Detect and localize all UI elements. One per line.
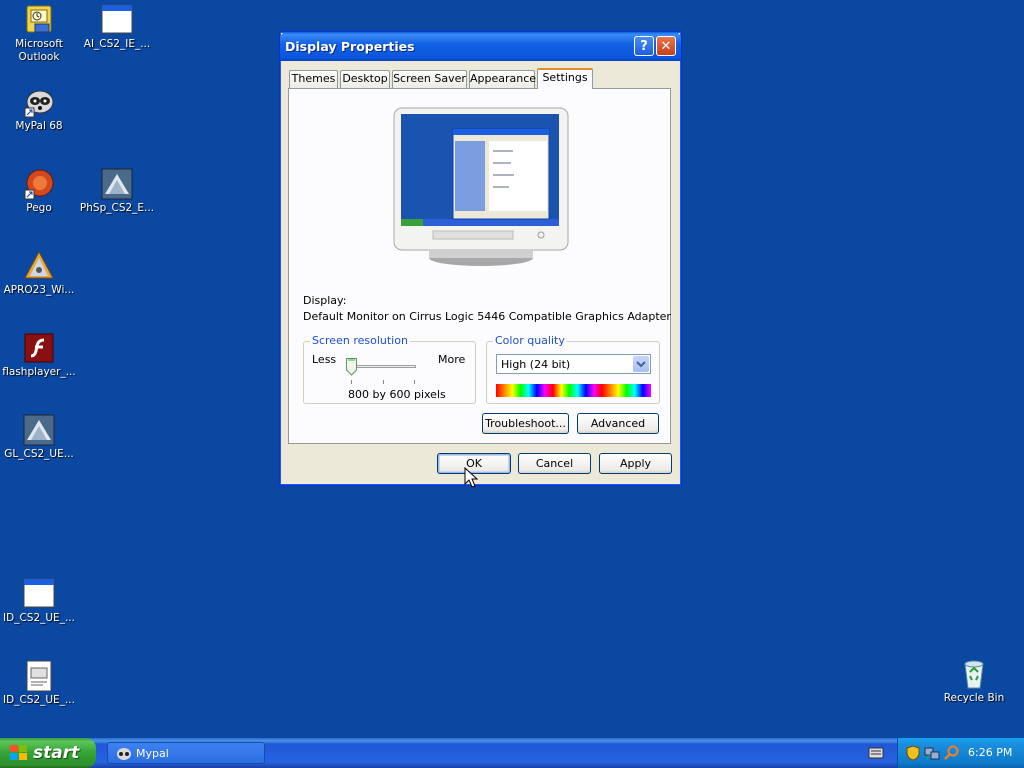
desktop-icon-label: Pego (26, 202, 52, 214)
security-shield-icon[interactable] (906, 745, 920, 764)
tab-label: Themes (291, 72, 336, 85)
chevron-down-icon[interactable] (633, 356, 649, 372)
button-label: Apply (619, 457, 652, 470)
desktop-icon-label: APRO23_Wi... (3, 284, 75, 296)
slider-tick (414, 380, 415, 384)
desktop: Microsoft Outlook AI_CS2_IE_... MyPal 68… (0, 0, 1024, 738)
desktop-icon-label: ID_CS2_UE_... (3, 694, 75, 706)
installer-icon (101, 168, 133, 200)
tab-label: Appearance (470, 72, 537, 85)
tab-appearance[interactable]: Appearance (469, 70, 537, 88)
clock: 6:26 PM (968, 746, 1013, 759)
desktop-icon-apro23[interactable]: APRO23_Wi... (0, 250, 78, 297)
recycle-bin-icon (958, 658, 990, 690)
desktop-icon-outlook[interactable]: Microsoft Outlook (0, 4, 78, 64)
display-properties-dialog: Display Properties ? ✕ Themes Desktop Sc… (279, 31, 682, 486)
desktop-icon-pego[interactable]: Pego (0, 168, 78, 215)
desktop-icon-label: GL_CS2_UE... (4, 448, 74, 460)
search-icon[interactable] (944, 745, 960, 764)
color-quality-select[interactable]: High (24 bit) (496, 354, 651, 374)
taskbar-item-mypal[interactable]: Mypal (107, 742, 265, 764)
slider-less-label: Less (312, 353, 337, 366)
desktop-icon-id-cs2-doc[interactable]: ID_CS2_UE_... (0, 660, 78, 707)
window-icon (23, 578, 55, 610)
screen-resolution-title: Screen resolution (310, 334, 410, 347)
desktop-icon-label: Recycle Bin (943, 692, 1005, 704)
display-adapter-value: Default Monitor on Cirrus Logic 5446 Com… (303, 310, 671, 323)
slider-tick (351, 380, 352, 384)
mouse-pointer-icon (464, 466, 479, 492)
window-icon (101, 4, 133, 36)
tab-label: Screen Saver (393, 72, 466, 85)
pego-icon (23, 168, 55, 200)
desktop-icon-label: ID_CS2_UE_... (3, 612, 75, 624)
document-icon (23, 660, 55, 692)
screen-resolution-group: Screen resolution Less More 800 by 600 p… (303, 334, 476, 404)
taskbar: start Mypal 6:26 PM (0, 738, 1024, 768)
keyboard-icon[interactable] (868, 746, 884, 763)
button-label: Advanced (590, 417, 646, 430)
color-spectrum-bar (496, 384, 651, 397)
question-icon: ? (640, 39, 648, 54)
close-button[interactable]: ✕ (656, 36, 676, 56)
button-label: Cancel (535, 457, 574, 470)
cancel-button[interactable]: Cancel (518, 453, 591, 474)
tab-screen-saver[interactable]: Screen Saver (392, 70, 467, 88)
desktop-icon-label: PhSp_CS2_E... (79, 202, 155, 214)
troubleshoot-button[interactable]: Troubleshoot... (482, 413, 569, 434)
start-button[interactable]: start (0, 738, 96, 768)
desktop-icon-label: MyPal 68 (15, 120, 63, 132)
desktop-icon-phsp-cs2[interactable]: PhSp_CS2_E... (78, 168, 156, 215)
tab-desktop[interactable]: Desktop (340, 70, 390, 88)
dialog-title: Display Properties (285, 39, 415, 54)
acrobat-icon (23, 250, 55, 282)
start-label: start (33, 743, 80, 763)
apply-button[interactable]: Apply (599, 453, 672, 474)
monitor-preview (393, 107, 569, 269)
desktop-icon-recycle-bin[interactable]: Recycle Bin (935, 658, 1013, 705)
desktop-icon-ai-cs2[interactable]: AI_CS2_IE_... (78, 4, 156, 51)
advanced-button[interactable]: Advanced (577, 413, 659, 434)
color-quality-value: High (24 bit) (501, 358, 571, 371)
mypal-icon (23, 86, 55, 118)
help-button[interactable]: ? (634, 36, 654, 56)
resolution-slider-track[interactable] (348, 365, 416, 368)
desktop-icon-label: AI_CS2_IE_... (83, 38, 151, 50)
installer-icon (23, 414, 55, 446)
taskbar-item-label: Mypal (136, 747, 169, 760)
tab-themes[interactable]: Themes (289, 70, 338, 88)
windows-logo-icon (10, 745, 28, 766)
outlook-icon (23, 4, 55, 36)
slider-tick (383, 380, 384, 384)
mypal-icon (116, 746, 132, 765)
desktop-icon-label: flashplayer_... (2, 366, 76, 378)
display-label: Display: (303, 294, 347, 307)
button-label: Troubleshoot... (485, 417, 566, 430)
flash-icon (23, 332, 55, 364)
close-icon: ✕ (660, 39, 672, 54)
tab-settings[interactable]: Settings (537, 68, 593, 89)
slider-more-label: More (438, 353, 466, 366)
color-quality-title: Color quality (493, 334, 567, 347)
tab-label: Settings (542, 71, 588, 84)
settings-panel: Display: Default Monitor on Cirrus Logic… (288, 88, 671, 444)
tab-label: Desktop (342, 72, 388, 85)
network-icon[interactable] (924, 745, 940, 764)
resolution-value: 800 by 600 pixels (348, 388, 446, 401)
dialog-titlebar[interactable]: Display Properties ? ✕ (280, 32, 681, 61)
desktop-icon-flashplayer[interactable]: flashplayer_... (0, 332, 78, 379)
desktop-icon-mypal[interactable]: MyPal 68 (0, 86, 78, 133)
color-quality-group: Color quality High (24 bit) (486, 334, 660, 404)
desktop-icon-id-cs2[interactable]: ID_CS2_UE_... (0, 578, 78, 625)
system-tray: 6:26 PM (897, 738, 1024, 768)
desktop-icon-gl-cs2[interactable]: GL_CS2_UE... (0, 414, 78, 461)
desktop-icon-label: Microsoft Outlook (15, 38, 63, 63)
resolution-slider-thumb[interactable] (346, 358, 357, 376)
